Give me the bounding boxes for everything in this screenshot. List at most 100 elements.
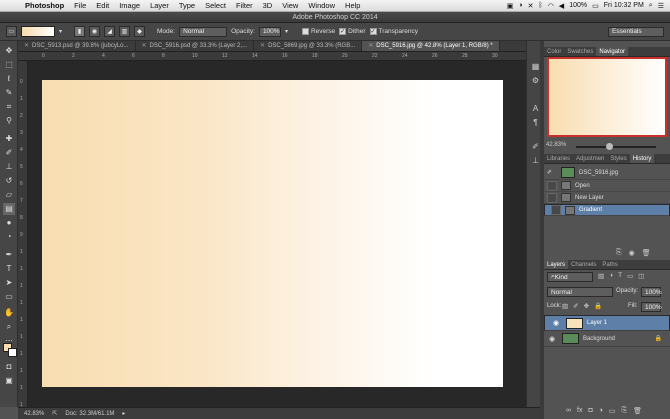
- menu-image[interactable]: Image: [114, 1, 145, 10]
- menu-file[interactable]: File: [69, 1, 91, 10]
- smart-filter-icon[interactable]: ◫: [638, 272, 644, 280]
- zoom-tool-icon[interactable]: ⌕: [3, 321, 15, 333]
- gradient-swatch[interactable]: [21, 26, 55, 37]
- tab-color[interactable]: Color: [544, 47, 564, 56]
- shape-tool-icon[interactable]: ▭: [3, 291, 15, 303]
- trash-icon[interactable]: 🗑: [633, 407, 642, 415]
- share-icon[interactable]: ⇱: [52, 410, 57, 417]
- list-icon[interactable]: ☰: [658, 2, 664, 10]
- battery-icon[interactable]: ▭: [592, 2, 599, 10]
- menu-3d[interactable]: 3D: [258, 1, 278, 10]
- new-document-icon[interactable]: ⎘: [616, 249, 622, 257]
- status-icon-2[interactable]: ◑: [518, 2, 522, 9]
- history-checkbox[interactable]: [547, 180, 557, 191]
- type-filter-icon[interactable]: T: [618, 272, 622, 280]
- eyedropper-tool-icon[interactable]: ⚲: [3, 115, 15, 127]
- fx-icon[interactable]: fx: [577, 407, 582, 415]
- close-icon[interactable]: ✕: [24, 41, 29, 51]
- dither-checkbox[interactable]: ✓ Dither: [339, 28, 366, 35]
- new-layer-icon[interactable]: ⎘: [622, 407, 628, 415]
- transparency-checkbox[interactable]: ✓ Transparency: [369, 28, 418, 35]
- menu-type[interactable]: Type: [174, 1, 200, 10]
- bluetooth-icon[interactable]: ᛒ: [538, 2, 542, 9]
- visibility-eye-icon[interactable]: ◉: [547, 335, 557, 343]
- navigator-preview[interactable]: [547, 57, 667, 137]
- lock-position-icon[interactable]: ✥: [584, 302, 589, 310]
- healing-tool-icon[interactable]: ✚: [3, 133, 15, 145]
- wifi-icon[interactable]: ◠: [548, 2, 554, 10]
- fill-input[interactable]: 100%: [641, 302, 662, 312]
- blur-tool-icon[interactable]: ●: [3, 217, 15, 229]
- screen-mode-icon[interactable]: ▣: [3, 375, 15, 387]
- volume-icon[interactable]: ◀: [559, 2, 564, 10]
- tab-channels[interactable]: Channels: [568, 260, 599, 269]
- trash-icon[interactable]: 🗑: [642, 249, 651, 257]
- history-item-open[interactable]: Open: [544, 180, 670, 192]
- menu-layer[interactable]: Layer: [145, 1, 174, 10]
- tab-layers[interactable]: Layers: [544, 260, 569, 269]
- pen-tool-icon[interactable]: ✒: [3, 249, 15, 261]
- close-icon[interactable]: ✕: [142, 41, 147, 51]
- marquee-tool-icon[interactable]: ⬚: [3, 59, 15, 71]
- folder-icon[interactable]: ▭: [609, 407, 616, 415]
- tab-paths[interactable]: Paths: [599, 260, 620, 269]
- tab-libraries[interactable]: Libraries: [544, 154, 573, 163]
- opacity-input[interactable]: 100%: [258, 26, 281, 37]
- brush-tool-icon[interactable]: ✐: [3, 147, 15, 159]
- zoom-slider-handle[interactable]: [606, 143, 613, 150]
- doc-tab-4[interactable]: ✕ DSC_5916.jpg @ 42.8% (Layer 1, RGB/8) *: [362, 41, 500, 51]
- tab-history[interactable]: History: [629, 154, 655, 163]
- doc-size[interactable]: Doc: 32.3M/61.1M: [65, 411, 114, 417]
- adjustment-icon[interactable]: ◑: [599, 407, 603, 415]
- menu-filter[interactable]: Filter: [231, 1, 258, 10]
- history-item-gradient[interactable]: Gradient: [544, 204, 670, 216]
- tab-styles[interactable]: Styles: [607, 154, 629, 163]
- history-brush-tool-icon[interactable]: ↺: [3, 175, 15, 187]
- move-tool-icon[interactable]: ✥: [3, 45, 15, 57]
- clock[interactable]: Fri 10:32 PM: [604, 2, 644, 9]
- path-select-tool-icon[interactable]: ➤: [3, 277, 15, 289]
- camera-icon[interactable]: ◉: [629, 249, 635, 257]
- panel-divider[interactable]: [540, 41, 544, 419]
- background-color[interactable]: [8, 348, 17, 357]
- lock-transparent-icon[interactable]: ▧: [562, 302, 568, 310]
- status-icon-1[interactable]: ▣: [507, 2, 514, 10]
- search-icon[interactable]: ⌕: [649, 2, 653, 10]
- stamp-tool-icon[interactable]: ⊥: [3, 161, 15, 173]
- dodge-tool-icon[interactable]: ◔: [3, 231, 15, 243]
- opacity-dropdown-icon[interactable]: ▾: [285, 28, 288, 35]
- doc-tab-2[interactable]: ✕ DSC_5916.psd @ 33.3% (Layer 2,...: [136, 41, 255, 51]
- lock-pixels-icon[interactable]: ✐: [573, 302, 578, 310]
- status-arrow-icon[interactable]: ▸: [122, 410, 125, 417]
- menu-help[interactable]: Help: [340, 1, 365, 10]
- close-icon[interactable]: ✕: [260, 41, 265, 51]
- reflected-gradient-button[interactable]: ▥: [119, 26, 131, 37]
- quick-select-tool-icon[interactable]: ✎: [3, 87, 15, 99]
- menu-select[interactable]: Select: [200, 1, 231, 10]
- gradient-dropdown-icon[interactable]: ▾: [59, 28, 62, 35]
- doc-tab-3[interactable]: ✕ DSC_5869.jpg @ 33.3% (RGB...: [254, 41, 363, 51]
- history-item-new-layer[interactable]: New Layer: [544, 192, 670, 204]
- linear-gradient-button[interactable]: ▮: [74, 26, 86, 37]
- tab-swatches[interactable]: Swatches: [564, 47, 596, 56]
- diamond-gradient-button[interactable]: ◆: [134, 26, 146, 37]
- image-canvas[interactable]: [42, 80, 503, 387]
- radial-gradient-button[interactable]: ◉: [89, 26, 101, 37]
- menu-window[interactable]: Window: [303, 1, 340, 10]
- menu-view[interactable]: View: [277, 1, 303, 10]
- layer-row-background[interactable]: ◉ Background 🔒: [544, 331, 670, 347]
- menu-app[interactable]: Photoshop: [20, 1, 69, 10]
- history-checkbox[interactable]: [551, 205, 561, 215]
- doc-tab-1[interactable]: ✕ DSC_5913.psd @ 39.8% (jubcyLo...: [18, 41, 136, 51]
- close-icon[interactable]: ✕: [368, 41, 373, 51]
- link-icon[interactable]: ∞: [566, 407, 571, 415]
- status-icon-3[interactable]: ✕: [528, 2, 534, 10]
- navigator-zoom[interactable]: 42.83%: [546, 142, 566, 148]
- gradient-tool-icon[interactable]: ▤: [3, 203, 15, 215]
- mode-select[interactable]: Normal: [179, 26, 228, 37]
- workspace-select[interactable]: Essentials: [608, 26, 664, 37]
- hand-tool-icon[interactable]: ✋: [3, 307, 15, 319]
- quick-mask-icon[interactable]: ◘: [3, 361, 15, 373]
- blend-mode-select[interactable]: Normal: [547, 287, 613, 297]
- history-checkbox[interactable]: [547, 192, 557, 203]
